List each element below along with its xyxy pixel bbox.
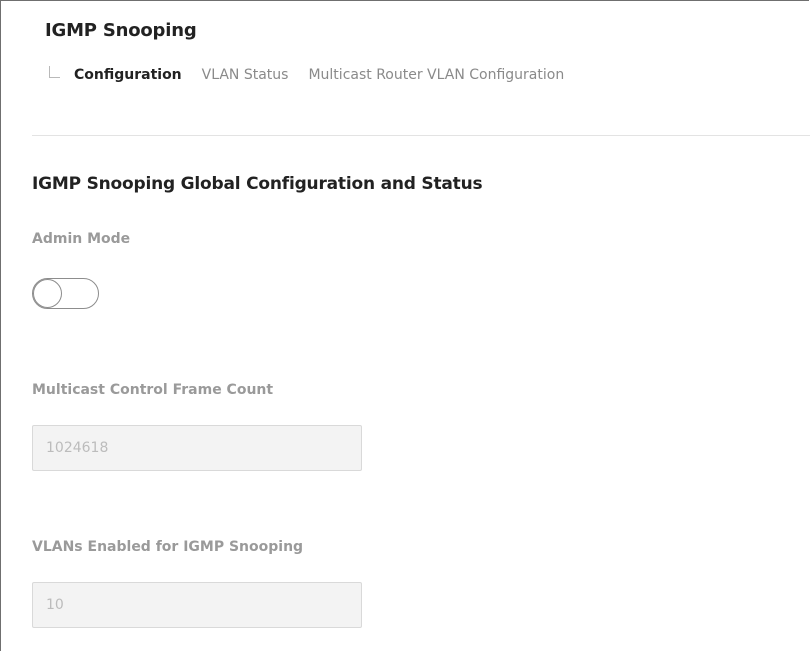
section-title: IGMP Snooping Global Configuration and S… [32, 174, 483, 194]
vlans-enabled-field[interactable] [32, 582, 362, 628]
page-title: IGMP Snooping [45, 20, 197, 41]
breadcrumb-tabs: Configuration VLAN Status Multicast Rout… [49, 63, 584, 87]
frame-count-field[interactable] [32, 425, 362, 471]
tab-vlan-status[interactable]: VLAN Status [202, 67, 289, 83]
frame-count-label: Multicast Control Frame Count [32, 382, 274, 398]
admin-mode-label: Admin Mode [32, 231, 131, 247]
tree-connector-icon [49, 66, 60, 78]
toggle-knob [33, 279, 62, 308]
tab-configuration[interactable]: Configuration [74, 67, 182, 83]
tab-multicast-router-vlan-configuration[interactable]: Multicast Router VLAN Configuration [308, 67, 564, 83]
vlans-enabled-label: VLANs Enabled for IGMP Snooping [32, 539, 304, 555]
content-frame: IGMP Snooping Configuration VLAN Status … [0, 0, 810, 651]
header-divider [32, 135, 810, 136]
admin-mode-toggle[interactable] [32, 278, 99, 309]
